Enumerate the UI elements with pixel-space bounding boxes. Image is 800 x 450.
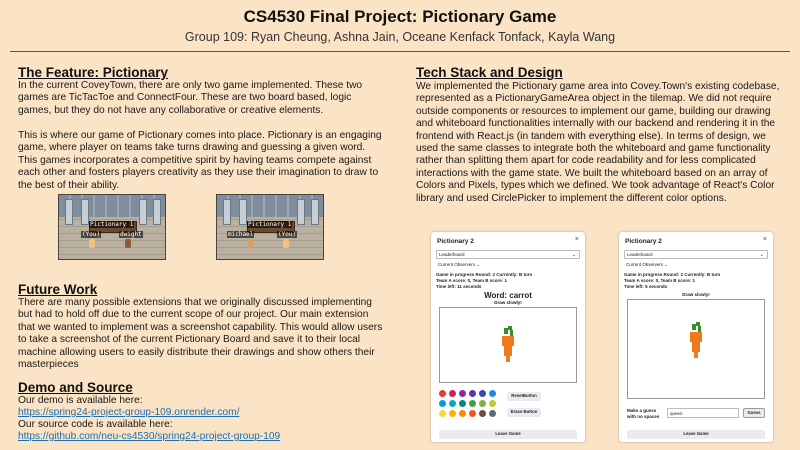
source-label: Our source code is available here: (18, 419, 173, 430)
draw-slowly-hint: Draw slowly! (682, 292, 710, 297)
color-swatch[interactable] (439, 400, 446, 407)
leave-game-button[interactable]: Leave Game (627, 430, 765, 439)
player-you-label: (You) (277, 231, 298, 238)
time-left: Time left: 5 seconds (624, 284, 668, 289)
player-avatar (247, 239, 253, 248)
demo-link[interactable]: https://spring24-project-group-109.onren… (18, 407, 239, 419)
draw-slowly-hint: Draw slowly! (494, 300, 522, 305)
demo-heading: Demo and Source (18, 380, 133, 395)
observers-dropdown[interactable]: Current Observers ⌄ (436, 261, 496, 270)
player-other-label: michael (227, 231, 255, 238)
game-sign-label: Pictionary 1 (89, 221, 135, 228)
color-swatch[interactable] (439, 390, 446, 397)
leaderboard-label: Leaderboard (627, 252, 653, 257)
time-left: Time left: 11 seconds (436, 284, 482, 289)
erase-button[interactable]: Erase Button (507, 408, 541, 417)
guess-input[interactable]: queen (667, 408, 739, 418)
feature-heading: The Feature: Pictionary (18, 65, 169, 80)
player-avatar (89, 239, 95, 248)
observers-dropdown[interactable]: Current Observers ⌄ (624, 261, 684, 270)
future-work-heading: Future Work (18, 282, 98, 297)
color-swatch[interactable] (459, 400, 466, 407)
color-swatch[interactable] (489, 410, 496, 417)
color-swatch[interactable] (469, 400, 476, 407)
player-other-label: dwight (119, 231, 143, 238)
chevron-down-icon: ⌄ (476, 262, 481, 267)
color-swatch[interactable] (469, 390, 476, 397)
chevron-down-icon: ⌄ (759, 252, 764, 258)
player-avatar (283, 239, 289, 248)
reset-button[interactable]: ResetButton (507, 392, 541, 401)
chevron-down-icon: ⌄ (571, 252, 576, 258)
drawing-canvas (627, 299, 765, 399)
observers-label: Current Observers (626, 262, 664, 267)
tech-heading: Tech Stack and Design (416, 65, 563, 80)
color-swatch[interactable] (449, 390, 456, 397)
leave-game-button[interactable]: Leave Game (439, 430, 577, 439)
drawing-canvas[interactable] (439, 307, 577, 383)
pictionary-panel-guesser: Pictionary 2 × Leaderboard ⌄ Current Obs… (619, 232, 773, 442)
color-swatch[interactable] (479, 410, 486, 417)
color-swatch[interactable] (459, 390, 466, 397)
feature-paragraph-1: In the current CoveyTown, there are only… (18, 80, 363, 116)
guess-label-2: with no spaces (627, 414, 660, 419)
demo-label: Our demo is available here: (18, 395, 143, 406)
leaderboard-dropdown[interactable]: Leaderboard ⌄ (624, 250, 768, 259)
close-icon[interactable]: × (575, 236, 579, 243)
observers-label: Current Observers (438, 262, 476, 267)
player-you-label: (You) (81, 231, 102, 238)
color-swatch[interactable] (439, 410, 446, 417)
close-icon[interactable]: × (763, 236, 767, 243)
leaderboard-dropdown[interactable]: Leaderboard ⌄ (436, 250, 580, 259)
game-screenshot-left: Pictionary 1 (You) dwight (58, 194, 166, 260)
color-swatch[interactable] (479, 400, 486, 407)
secret-word: Word: carrot (484, 291, 532, 300)
player-avatar (125, 239, 131, 248)
color-swatch[interactable] (489, 400, 496, 407)
color-swatch[interactable] (479, 390, 486, 397)
guess-button[interactable]: Guess (743, 408, 765, 418)
tech-paragraph: We implemented the Pictionary game area … (416, 81, 780, 204)
color-swatch[interactable] (469, 410, 476, 417)
game-sign-label: Pictionary 1 (247, 221, 293, 228)
poster-title: CS4530 Final Project: Pictionary Game (243, 7, 557, 26)
header-divider (10, 51, 790, 52)
color-swatch[interactable] (449, 400, 456, 407)
feature-paragraph-2: This is where our game of Pictionary com… (18, 130, 382, 191)
color-swatch[interactable] (459, 410, 466, 417)
future-work-paragraph: There are many possible extensions that … (18, 297, 383, 371)
color-swatch[interactable] (489, 390, 496, 397)
game-screenshot-right: Pictionary 1 michael (You) (216, 194, 324, 260)
color-swatch[interactable] (449, 410, 456, 417)
chevron-down-icon: ⌄ (664, 262, 669, 267)
panel-title: Pictionary 2 (625, 238, 662, 245)
poster-subtitle: Group 109: Ryan Cheung, Ashna Jain, Ocea… (184, 30, 616, 44)
leaderboard-label: Leaderboard (439, 252, 465, 257)
panel-title: Pictionary 2 (437, 238, 474, 245)
source-link[interactable]: https://github.com/neu-cs4530/spring24-p… (18, 431, 280, 443)
pictionary-panel-drawer: Pictionary 2 × Leaderboard ⌄ Current Obs… (431, 232, 585, 442)
